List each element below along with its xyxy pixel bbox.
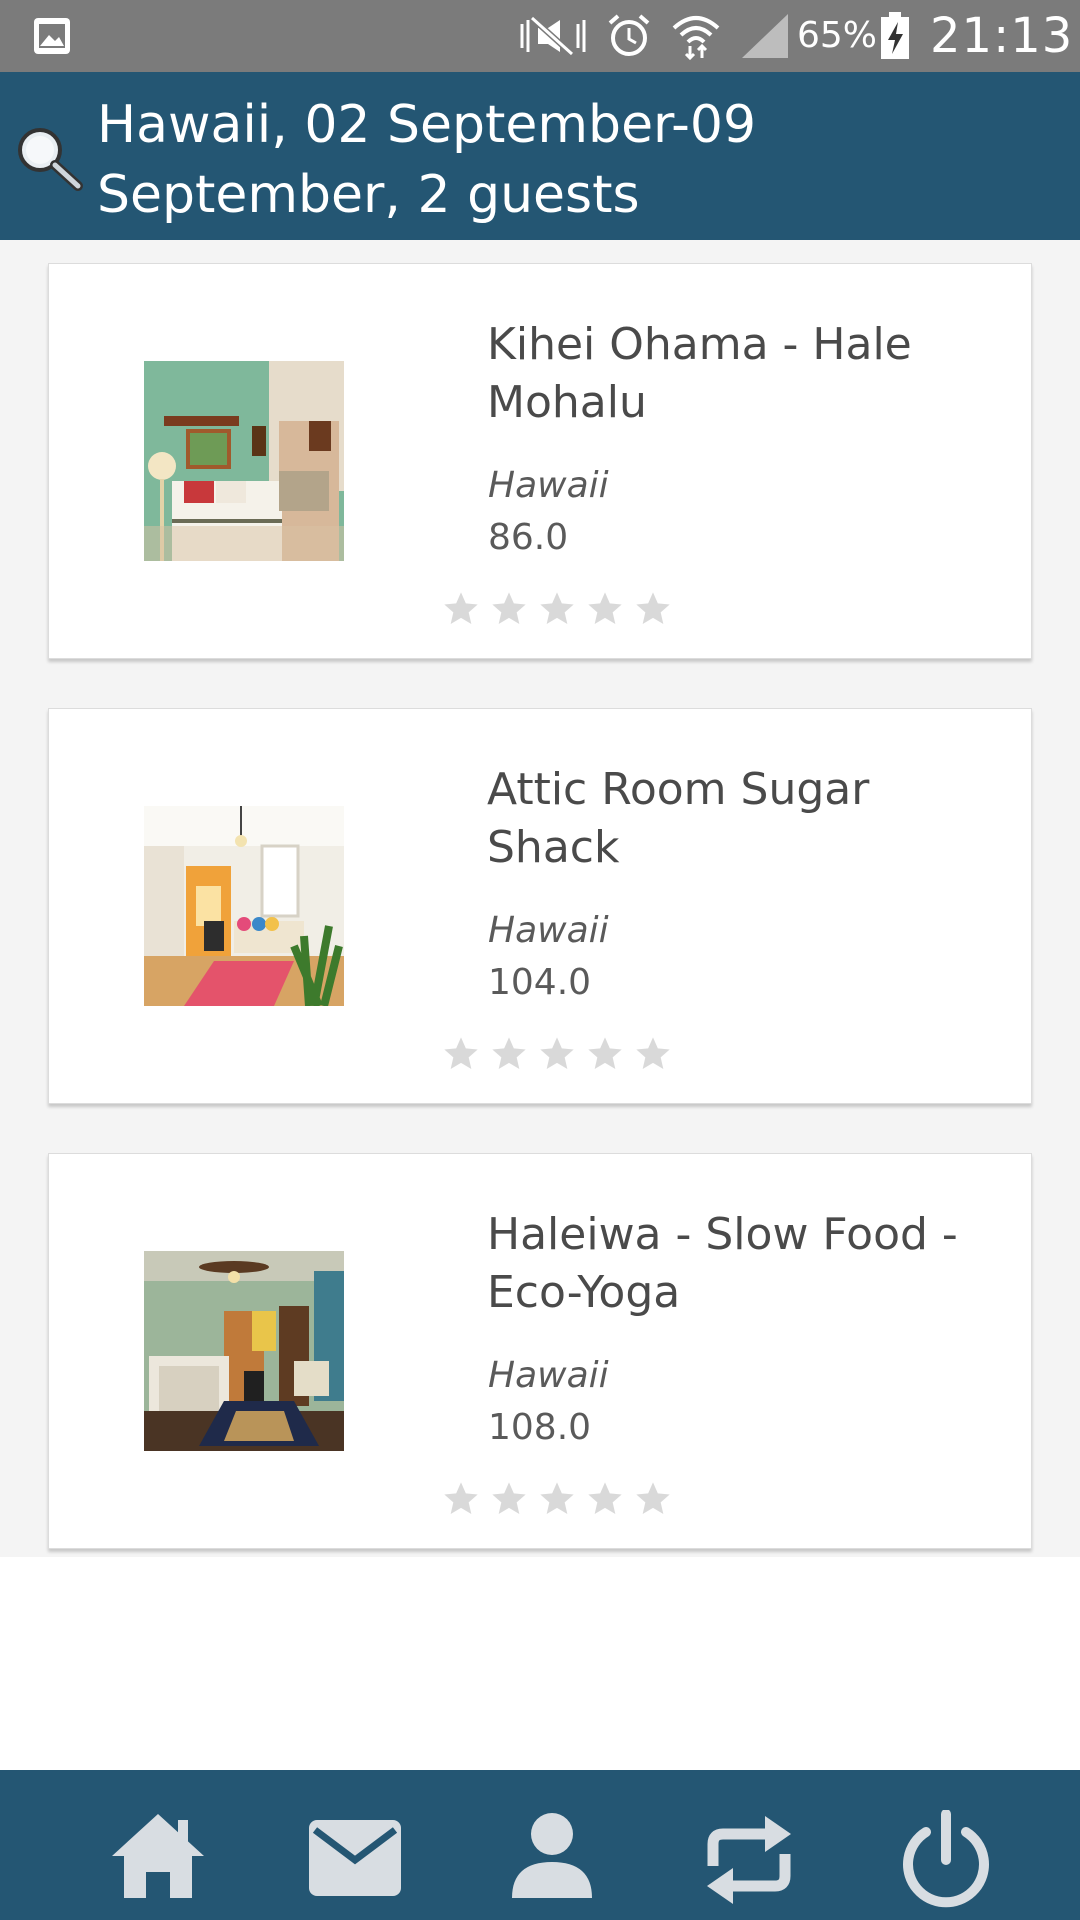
profile-icon xyxy=(512,1813,592,1898)
listing-photo[interactable] xyxy=(144,361,344,561)
gallery-icon xyxy=(34,18,70,54)
search-icon[interactable] xyxy=(10,120,86,196)
listing-location: Hawaii xyxy=(488,910,609,951)
star-icon xyxy=(588,592,622,624)
listing-card[interactable]: Haleiwa - Slow Food - Eco-Yoga Hawaii 10… xyxy=(48,1153,1032,1549)
listing-location: Hawaii xyxy=(488,465,609,506)
star-icon xyxy=(636,592,670,624)
star-icon xyxy=(540,1037,574,1069)
mail-icon xyxy=(309,1820,401,1896)
power-icon xyxy=(903,1810,989,1908)
battery-percent: 65% xyxy=(797,15,878,56)
bottom-nav xyxy=(0,1770,1080,1920)
battery-charging-icon xyxy=(881,12,909,59)
nav-messages-button[interactable] xyxy=(295,1810,415,1920)
star-icon xyxy=(492,592,526,624)
rating-stars xyxy=(441,1034,673,1074)
star-icon xyxy=(492,1482,526,1514)
listing-location: Hawaii xyxy=(488,1355,609,1396)
clock: 21:13 xyxy=(930,8,1074,64)
app-header: Hawaii, 02 September-09 September, 2 gue… xyxy=(0,72,1080,240)
wifi-icon xyxy=(672,16,720,60)
home-icon xyxy=(112,1814,204,1898)
listing-price: 104.0 xyxy=(488,962,592,1003)
signal-icon xyxy=(742,14,788,58)
repeat-icon xyxy=(707,1816,791,1904)
star-icon xyxy=(444,592,478,624)
listing-list[interactable]: Kihei Ohama - Hale Mohalu Hawaii 86.0 At… xyxy=(0,240,1080,1557)
rating-stars xyxy=(441,589,673,629)
nav-home-button[interactable] xyxy=(98,1810,218,1920)
star-icon xyxy=(588,1037,622,1069)
star-icon xyxy=(636,1482,670,1514)
silent-icon xyxy=(520,15,586,57)
star-icon xyxy=(540,1482,574,1514)
rating-stars xyxy=(441,1479,673,1519)
star-icon xyxy=(492,1037,526,1069)
alarm-icon xyxy=(608,14,650,56)
star-icon xyxy=(588,1482,622,1514)
nav-repeat-button[interactable] xyxy=(689,1810,809,1920)
star-icon xyxy=(444,1037,478,1069)
listing-name[interactable]: Haleiwa - Slow Food - Eco-Yoga xyxy=(487,1206,987,1322)
listing-photo[interactable] xyxy=(144,806,344,1006)
status-bar: 65% 21:13 xyxy=(0,0,1080,72)
star-icon xyxy=(540,592,574,624)
listing-name[interactable]: Kihei Ohama - Hale Mohalu xyxy=(487,316,987,432)
listing-price: 108.0 xyxy=(488,1407,592,1448)
listing-price: 86.0 xyxy=(488,517,569,558)
star-icon xyxy=(444,1482,478,1514)
listing-card[interactable]: Kihei Ohama - Hale Mohalu Hawaii 86.0 xyxy=(48,263,1032,659)
listing-name[interactable]: Attic Room Sugar Shack xyxy=(487,761,987,877)
search-summary-title[interactable]: Hawaii, 02 September-09 September, 2 gue… xyxy=(97,90,837,230)
listing-photo[interactable] xyxy=(144,1251,344,1451)
nav-profile-button[interactable] xyxy=(492,1810,612,1920)
star-icon xyxy=(636,1037,670,1069)
nav-logout-button[interactable] xyxy=(886,1810,1006,1920)
listing-card[interactable]: Attic Room Sugar Shack Hawaii 104.0 xyxy=(48,708,1032,1104)
